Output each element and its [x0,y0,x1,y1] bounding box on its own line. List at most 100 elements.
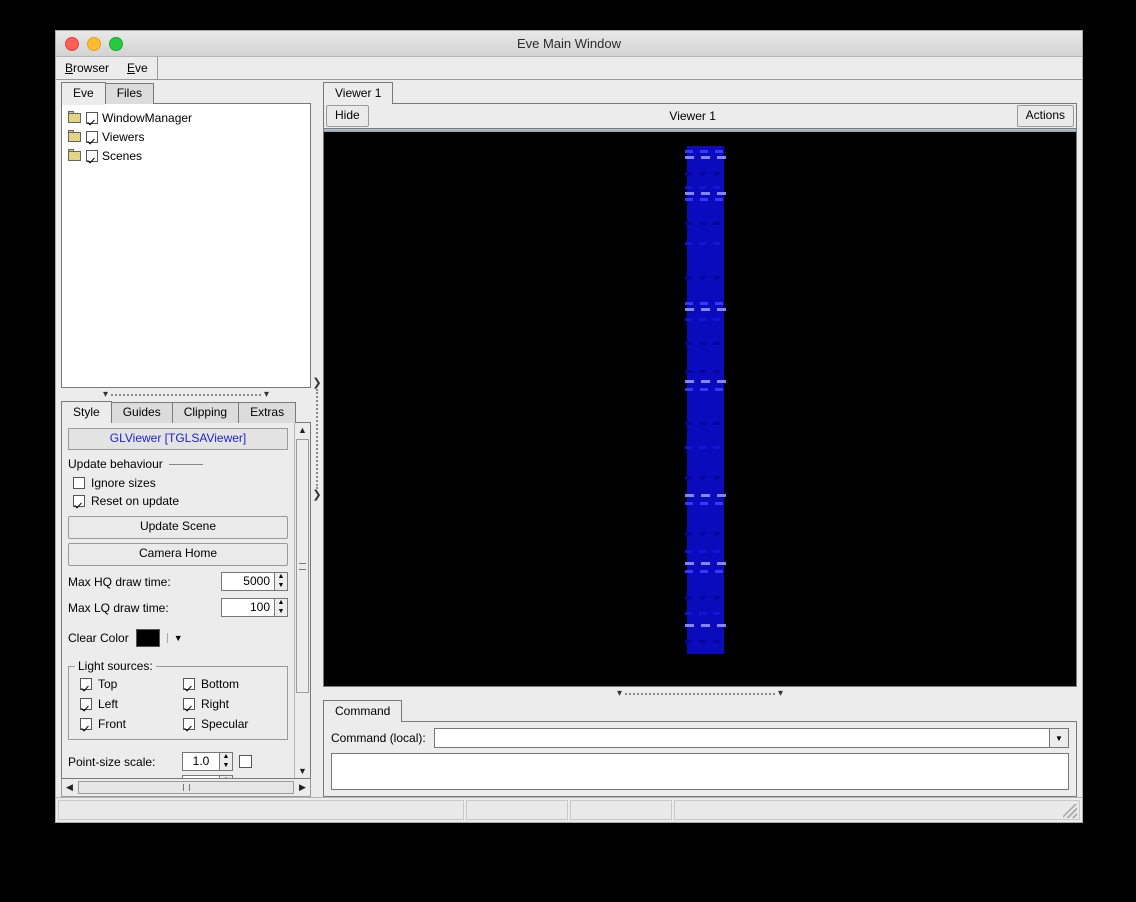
eve-main-window: Eve Main Window Browser Eve Eve Files Wi… [55,30,1083,823]
stepper-up-icon[interactable]: ▲ [220,753,232,762]
statusbar-cell-1 [58,800,464,820]
chevron-right-icon: ❯ [312,488,322,501]
command-output[interactable] [331,753,1069,790]
ignore-sizes-row[interactable]: Ignore sizes [68,474,288,492]
minimize-button-icon[interactable] [87,36,101,51]
menu-eve-label: ve [135,61,148,75]
light-top-checkbox[interactable] [80,678,92,690]
stepper-down-icon[interactable]: ▼ [275,582,287,591]
zoom-button-icon[interactable] [109,36,123,51]
hscrollbar-track[interactable] [78,781,294,794]
list-item-checkbox[interactable] [86,130,98,143]
light-right-row[interactable]: Right [178,695,281,713]
command-panel-body: Command (local): ▼ [323,722,1077,797]
gl-scene-object [685,146,726,654]
thumb-grip [182,784,190,791]
scroll-right-icon[interactable]: ▶ [295,782,310,793]
tab-eve[interactable]: Eve [61,82,106,105]
style-panel-vertical-scrollbar[interactable]: ▲ ▼ [294,423,310,778]
stepper-arrows[interactable]: ▲ ▼ [220,775,233,778]
hscrollbar-thumb[interactable] [78,781,294,794]
max-hq-draw-time-stepper[interactable]: 5000 ▲ ▼ [221,572,288,591]
hide-button[interactable]: Hide [326,105,369,127]
resize-grip-icon[interactable] [1063,804,1077,818]
tab-extras[interactable]: Extras [238,402,297,423]
light-bottom-checkbox[interactable] [183,678,195,690]
list-item[interactable]: Scenes [68,146,310,165]
right-panel: Viewer 1 Hide Viewer 1 Actions ▾ ▾ Comma… [323,82,1077,797]
stepper-down-icon[interactable]: ▼ [275,608,287,617]
clear-color-swatch[interactable] [135,629,160,647]
tab-viewer-1[interactable]: Viewer 1 [323,82,394,105]
menu-eve[interactable]: Eve [118,57,157,79]
stepper-arrows[interactable]: ▲ ▼ [275,572,288,591]
scroll-down-icon[interactable]: ▼ [298,764,307,778]
light-bottom-row[interactable]: Bottom [178,675,281,693]
point-size-scale-value[interactable]: 1.0 [182,752,220,771]
scroll-left-icon[interactable]: ◀ [62,782,77,793]
chevron-down-icon[interactable]: ▼ [1049,728,1069,748]
light-left-checkbox[interactable] [80,698,92,710]
style-panel-horizontal-scrollbar[interactable]: ◀ ▶ [61,779,311,797]
line-width-scale-stepper[interactable]: 1.0 ▲ ▼ [182,775,233,778]
list-item-label: WindowManager [102,110,193,125]
light-specular-row[interactable]: Specular [178,715,281,733]
max-lq-draw-time-value[interactable]: 100 [221,598,275,617]
tab-files[interactable]: Files [104,83,155,104]
tab-command[interactable]: Command [323,700,403,723]
style-panel: Style Guides Clipping Extras GLViewer [T… [61,401,311,797]
light-left-row[interactable]: Left [75,695,178,713]
stepper-up-icon[interactable]: ▲ [275,599,287,608]
menu-browser[interactable]: Browser [56,57,118,79]
list-item-checkbox[interactable] [86,111,98,124]
stepper-down-icon[interactable]: ▼ [220,762,232,771]
tab-style[interactable]: Style [61,401,112,424]
light-top-label: Top [98,677,118,691]
list-item[interactable]: WindowManager [68,108,310,127]
eve-tree-list[interactable]: WindowManager Viewers Scenes [61,104,311,388]
scrollbar-thumb[interactable] [296,439,309,693]
reset-on-update-checkbox[interactable] [73,495,85,507]
chevron-down-icon: ▾ [778,688,784,699]
chevron-down-icon[interactable]: ▼ [166,633,183,643]
stepper-arrows[interactable]: ▲ ▼ [220,752,233,771]
light-specular-label: Specular [201,717,249,731]
list-item-checkbox[interactable] [86,149,98,162]
main-vertical-splitter[interactable]: ❯ ❯ [311,80,323,797]
stepper-up-icon[interactable]: ▲ [275,573,287,582]
stepper-arrows[interactable]: ▲ ▼ [275,598,288,617]
update-scene-button[interactable]: Update Scene [68,516,288,539]
ignore-sizes-checkbox[interactable] [73,477,85,489]
actions-button[interactable]: Actions [1016,105,1074,127]
stepper-up-icon[interactable]: ▲ [220,776,232,778]
line-width-scale-value[interactable]: 1.0 [182,775,220,778]
list-item[interactable]: Viewers [68,127,310,146]
scroll-up-icon[interactable]: ▲ [298,423,307,437]
light-right-checkbox[interactable] [183,698,195,710]
light-front-row[interactable]: Front [75,715,178,733]
command-input[interactable] [433,728,1049,748]
light-specular-checkbox[interactable] [183,718,195,730]
max-hq-draw-time-value[interactable]: 5000 [221,572,275,591]
light-top-row[interactable]: Top [75,675,178,693]
line-width-scale-row: Line-width scale: 1.0 ▲ ▼ [68,774,288,778]
folder-icon [68,149,82,161]
point-size-scale-checkbox[interactable] [239,755,252,768]
viewer-class-button[interactable]: GLViewer [TGLSAViewer] [68,428,288,450]
close-button-icon[interactable] [65,36,79,51]
reset-on-update-row[interactable]: Reset on update [68,492,288,510]
max-lq-draw-time-stepper[interactable]: 100 ▲ ▼ [221,598,288,617]
command-combobox[interactable]: ▼ [433,728,1069,748]
gl-viewport[interactable] [323,128,1077,687]
left-panel: Eve Files WindowManager Viewers Scenes ▾… [61,82,311,797]
tab-clipping[interactable]: Clipping [171,402,240,423]
style-tabstrip: Style Guides Clipping Extras [61,401,311,424]
light-front-checkbox[interactable] [80,718,92,730]
viewer-command-splitter[interactable]: ▾ ▾ [323,687,1077,701]
style-panel-content: GLViewer [TGLSAViewer] Update behaviour … [62,423,294,778]
scrollbar-track[interactable] [296,437,309,764]
camera-home-button[interactable]: Camera Home [68,543,288,566]
tab-guides[interactable]: Guides [110,402,173,423]
left-panel-splitter[interactable]: ▾ ▾ [61,388,311,402]
point-size-scale-stepper[interactable]: 1.0 ▲ ▼ [182,752,233,771]
